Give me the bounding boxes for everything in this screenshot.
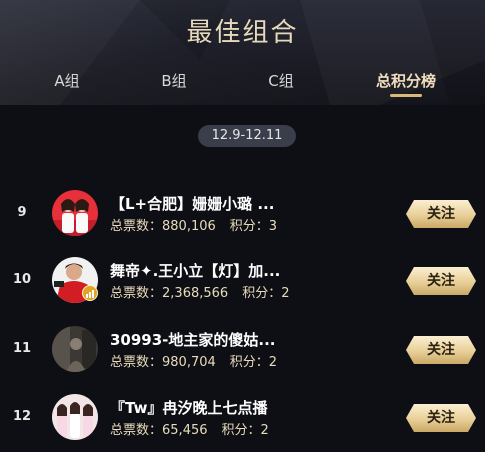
- rank-number: 12: [12, 409, 32, 424]
- votes-value: 980,704: [162, 355, 216, 370]
- points-value: 2: [260, 423, 269, 438]
- points-value: 2: [281, 286, 290, 301]
- rank-number: 10: [12, 272, 32, 287]
- row-stats: 总票数：65,456 积分：2: [110, 419, 269, 438]
- ranking-row: 12 『Tw』冉汐晚上七点播 总票数：65,456 积分：2 关注: [0, 388, 485, 448]
- follow-button[interactable]: 关注: [406, 336, 476, 364]
- rank-number: 11: [12, 341, 32, 356]
- ranking-row: 10 舞帝✦.王小立【灯】加... 总票数：2,368,566 积分：2 关注: [0, 251, 485, 311]
- votes-value: 2,368,566: [162, 286, 229, 301]
- votes-label: 总票数：: [110, 286, 163, 301]
- votes-label: 总票数：: [110, 355, 163, 370]
- votes-label: 总票数：: [110, 423, 163, 438]
- group-women-photo-icon[interactable]: [52, 394, 98, 440]
- tab-group-a[interactable]: A组: [27, 70, 107, 91]
- date-range-badge: 12.9-12.11: [198, 125, 296, 147]
- points-value: 2: [268, 355, 278, 370]
- tab-total-points[interactable]: 总积分榜: [366, 70, 446, 91]
- anchor-name[interactable]: 舞帝✦.王小立【灯】加...: [110, 260, 295, 281]
- level-badge-icon: [82, 285, 98, 301]
- rank-number: 9: [17, 205, 27, 220]
- two-women-photo-icon[interactable]: [52, 190, 98, 236]
- votes-label: 总票数：: [110, 219, 163, 234]
- row-stats: 总票数：2,368,566 积分：2: [110, 282, 289, 301]
- active-tab-indicator: [390, 94, 422, 97]
- page-header: 最佳组合 A组 B组 C组 总积分榜: [0, 0, 485, 105]
- row-stats: 总票数：980,704 积分：2: [110, 351, 277, 370]
- points-value: 3: [268, 219, 278, 234]
- row-stats: 总票数：880,106 积分：3: [110, 215, 277, 234]
- anchor-name[interactable]: 30993-地主家的傻姑...: [110, 329, 295, 350]
- points-label: 积分：: [229, 219, 269, 234]
- anchor-name[interactable]: 『Tw』冉汐晚上七点播: [110, 397, 295, 418]
- points-label: 积分：: [242, 286, 282, 301]
- points-label: 积分：: [229, 355, 269, 370]
- follow-button[interactable]: 关注: [406, 200, 476, 228]
- page-title: 最佳组合: [186, 18, 299, 48]
- follow-button[interactable]: 关注: [406, 267, 476, 295]
- votes-value: 880,106: [162, 219, 216, 234]
- ranking-row: 11 30993-地主家的傻姑... 总票数：980,704 积分：2 关注: [0, 320, 485, 380]
- votes-value: 65,456: [162, 423, 208, 438]
- tab-group-c[interactable]: C组: [241, 70, 321, 91]
- follow-button[interactable]: 关注: [406, 404, 476, 432]
- anchor-name[interactable]: 【L+合肥】姗姗小璐 ...: [110, 193, 295, 214]
- group-tabs: A组 B组 C组 总积分榜: [0, 70, 485, 100]
- dim-room-photo-icon[interactable]: [52, 326, 98, 372]
- points-label: 积分：: [221, 423, 261, 438]
- tab-group-b[interactable]: B组: [134, 70, 214, 91]
- ranking-row: 9 【L+合肥】姗姗小璐 ... 总票数：880,106 积分：3 关注: [0, 184, 485, 244]
